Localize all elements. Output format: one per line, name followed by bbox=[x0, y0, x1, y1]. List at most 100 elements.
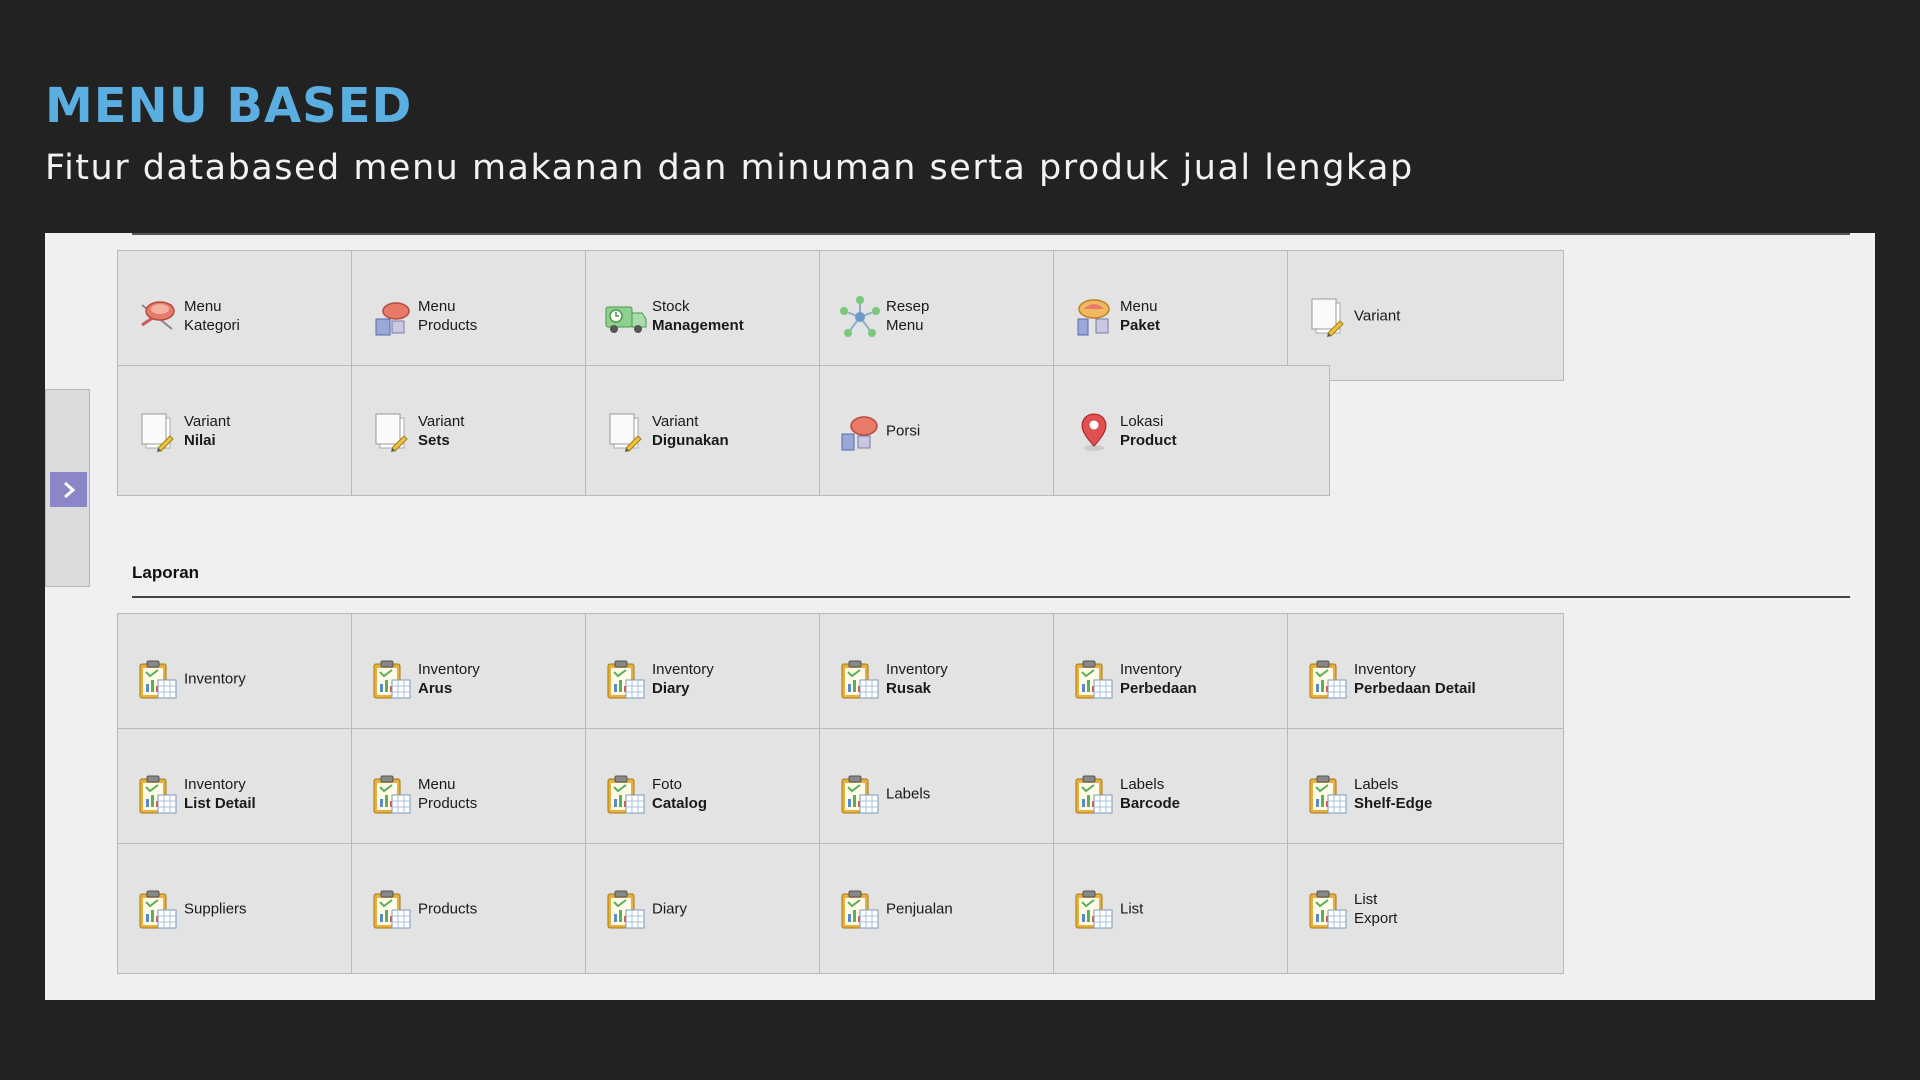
network-icon bbox=[838, 295, 882, 339]
tile-label-line1: Inventory bbox=[418, 660, 480, 678]
report-clipboard-icon bbox=[370, 658, 414, 702]
report-clipboard-icon bbox=[1306, 658, 1350, 702]
tile-label-line2: Paket bbox=[1120, 316, 1161, 334]
tile-label: Suppliers bbox=[184, 899, 247, 918]
report-clipboard-icon bbox=[136, 658, 180, 702]
tile-label-line1: Variant bbox=[418, 412, 465, 430]
report-clipboard-icon bbox=[1072, 773, 1116, 817]
tile-label: Foto Catalog bbox=[652, 775, 707, 813]
menu-panel: Menu Kategori Menu Products Stock Management R… bbox=[45, 233, 1875, 1000]
page-title: MENU BASED bbox=[45, 78, 413, 134]
tile-label: Inventory Rusak bbox=[886, 660, 948, 698]
tile-label: List bbox=[1120, 899, 1143, 918]
sidebar-expand-button[interactable] bbox=[50, 472, 87, 507]
tile-label: Lokasi Product bbox=[1120, 412, 1177, 450]
tile-label-line1: Labels bbox=[886, 785, 931, 802]
document-edit-icon bbox=[1306, 295, 1350, 339]
tile-label-line1: Products bbox=[418, 900, 478, 917]
report-clipboard-icon bbox=[370, 773, 414, 817]
report-clipboard-icon bbox=[838, 888, 882, 932]
tile-label-line2: Diary bbox=[652, 679, 690, 697]
tile-label-line2: Management bbox=[652, 316, 744, 334]
tile-variant[interactable]: Variant bbox=[1287, 250, 1564, 381]
tile-label: Labels bbox=[886, 784, 930, 803]
divider bbox=[132, 233, 1850, 235]
tile-label-line1: Inventory bbox=[652, 660, 714, 678]
report-clipboard-icon bbox=[604, 888, 648, 932]
tile-label-line1: Suppliers bbox=[184, 900, 247, 917]
tile-label-line2: Nilai bbox=[184, 431, 216, 449]
tile-label-line1: Inventory bbox=[1354, 660, 1416, 678]
section-label-laporan: Laporan bbox=[132, 563, 200, 582]
tile-label-line1: Stock bbox=[652, 297, 690, 315]
tile-label-line2: Sets bbox=[418, 431, 450, 449]
tile-label-line1: Inventory bbox=[1120, 660, 1182, 678]
tile-label: Inventory Perbedaan bbox=[1120, 660, 1197, 698]
tile-label-line2: Kategori bbox=[184, 316, 240, 334]
report-clipboard-icon bbox=[1072, 658, 1116, 702]
tile-label-line1: Lokasi bbox=[1120, 412, 1164, 430]
tile-label-line1: Menu bbox=[418, 297, 456, 315]
tile-inventory-perbedaan-detail[interactable]: Inventory Perbedaan Detail bbox=[1287, 613, 1564, 744]
document-edit-icon bbox=[370, 410, 414, 454]
report-clipboard-icon bbox=[1072, 888, 1116, 932]
tile-label-line2: Product bbox=[1120, 431, 1177, 449]
tile-label-line1: Inventory bbox=[886, 660, 948, 678]
tile-label: Porsi bbox=[886, 421, 920, 440]
food-products-icon bbox=[370, 295, 414, 339]
tile-label: Penjualan bbox=[886, 899, 953, 918]
tile-label-line1: Penjualan bbox=[886, 900, 953, 917]
sidebar-tab bbox=[45, 389, 90, 587]
tile-label-line2: Products bbox=[418, 316, 478, 334]
tile-label-line1: Menu bbox=[184, 297, 222, 315]
tile-label-line1: Foto bbox=[652, 775, 683, 793]
tile-label: List Export bbox=[1354, 890, 1397, 928]
divider bbox=[132, 596, 1850, 598]
tile-label-line1: Labels bbox=[1354, 775, 1399, 793]
tile-label: Menu Products bbox=[418, 775, 477, 813]
delivery-truck-icon bbox=[604, 295, 648, 339]
tile-label: Menu Kategori bbox=[184, 297, 240, 335]
tile-label-line1: List bbox=[1120, 900, 1144, 917]
tile-label-line2: Perbedaan bbox=[1120, 679, 1197, 697]
tile-label-line1: List bbox=[1354, 890, 1378, 908]
tile-label: Products bbox=[418, 899, 477, 918]
tile-label-line1: Inventory bbox=[184, 670, 246, 687]
tile-label-line2: Shelf-Edge bbox=[1354, 794, 1433, 812]
tile-label: Inventory bbox=[184, 669, 246, 688]
tile-label-line1: Variant bbox=[184, 412, 231, 430]
tile-label-line2: Perbedaan Detail bbox=[1354, 679, 1476, 697]
tile-label-line1: Variant bbox=[1354, 307, 1401, 324]
tile-label: Stock Management bbox=[652, 297, 744, 335]
tile-label: Variant Digunakan bbox=[652, 412, 729, 450]
tile-label-line2: Menu bbox=[886, 316, 924, 334]
tile-label: Labels Shelf-Edge bbox=[1354, 775, 1432, 813]
report-clipboard-icon bbox=[838, 773, 882, 817]
report-clipboard-icon bbox=[370, 888, 414, 932]
tile-label-line2: Digunakan bbox=[652, 431, 729, 449]
tile-label: Inventory List Detail bbox=[184, 775, 256, 813]
tile-label-line2: Export bbox=[1354, 909, 1398, 927]
report-clipboard-icon bbox=[1306, 773, 1350, 817]
tile-list-export[interactable]: List Export bbox=[1287, 843, 1564, 974]
tile-labels-shelf-edge[interactable]: Labels Shelf-Edge bbox=[1287, 728, 1564, 859]
tile-label: Menu Products bbox=[418, 297, 477, 335]
map-pin-icon bbox=[1072, 410, 1116, 454]
tile-label: Menu Paket bbox=[1120, 297, 1160, 335]
tile-label: Inventory Diary bbox=[652, 660, 714, 698]
tile-label-line2: Catalog bbox=[652, 794, 708, 812]
food-package-icon bbox=[1072, 295, 1116, 339]
tile-label-line1: Menu bbox=[418, 775, 456, 793]
food-category-icon bbox=[136, 295, 180, 339]
tile-label-line1: Labels bbox=[1120, 775, 1165, 793]
tile-label-line2: Barcode bbox=[1120, 794, 1181, 812]
tile-lokasi-product[interactable]: Lokasi Product bbox=[1053, 365, 1330, 496]
tile-label: Labels Barcode bbox=[1120, 775, 1180, 813]
tile-label: Inventory Perbedaan Detail bbox=[1354, 660, 1476, 698]
tile-label-line1: Diary bbox=[652, 900, 688, 917]
report-clipboard-icon bbox=[136, 888, 180, 932]
report-clipboard-icon bbox=[604, 773, 648, 817]
tile-label: Variant Sets bbox=[418, 412, 464, 450]
tile-label-line2: Products bbox=[418, 794, 478, 812]
tile-label-line2: Arus bbox=[418, 679, 453, 697]
